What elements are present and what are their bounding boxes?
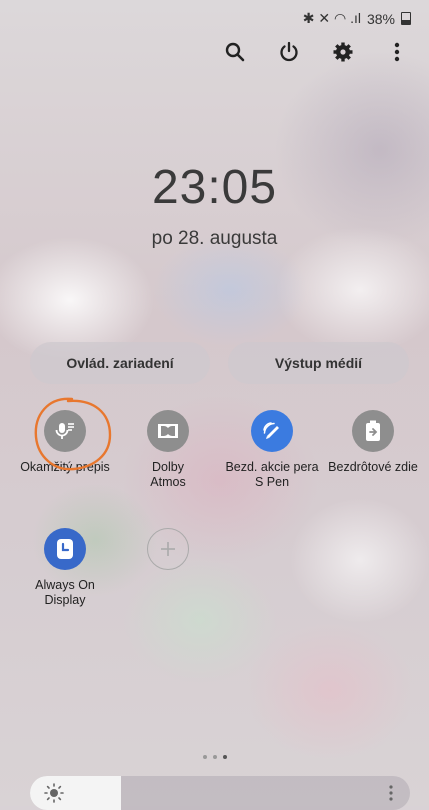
tile-label: Bezdrôtové zdie	[328, 460, 418, 474]
tile-label: Bezd. akcie pera S Pen	[225, 460, 319, 489]
tile-label: Always On Display	[35, 578, 95, 607]
tile-label: Dolby Atmos	[150, 460, 186, 489]
tile-spen-air-actions[interactable]: Bezd. akcie pera S Pen	[222, 410, 322, 490]
power-icon[interactable]	[277, 40, 301, 64]
more-vertical-icon[interactable]	[385, 40, 409, 64]
clock-date: po 28. augusta	[151, 228, 278, 249]
status-icons: ✱ ✕ ◠ .ıl	[302, 10, 361, 26]
gear-icon[interactable]	[331, 40, 355, 64]
page-dot	[212, 755, 217, 759]
page-dot-active	[222, 755, 227, 759]
device-control-button[interactable]: Ovlád. zariadení	[30, 342, 210, 384]
dolby-icon	[147, 410, 189, 452]
plus-icon	[147, 528, 189, 570]
status-bar: ✱ ✕ ◠ .ıl 38%	[303, 10, 411, 27]
page-dot	[202, 755, 207, 759]
media-output-button[interactable]: Výstup médií	[228, 342, 409, 384]
tile-always-on-display[interactable]: Always On Display	[15, 528, 115, 608]
tile-dolby-atmos[interactable]: Dolby Atmos	[118, 410, 218, 490]
clock-time: 23:05	[151, 161, 278, 214]
top-action-bar	[223, 40, 409, 64]
search-icon[interactable]	[223, 40, 247, 64]
page-indicator	[0, 755, 429, 759]
pen-icon	[251, 410, 293, 452]
annotation-circle	[34, 397, 112, 471]
brightness-slider[interactable]	[30, 776, 410, 810]
tile-add[interactable]	[118, 528, 218, 578]
battery-icon	[401, 12, 411, 25]
brightness-more-icon[interactable]	[388, 785, 394, 801]
wireless-share-icon	[352, 410, 394, 452]
sun-icon	[44, 783, 64, 803]
battery-level: 38%	[366, 10, 395, 27]
clock-icon	[44, 528, 86, 570]
tile-wireless-share[interactable]: Bezdrôtové zdie	[323, 410, 423, 475]
